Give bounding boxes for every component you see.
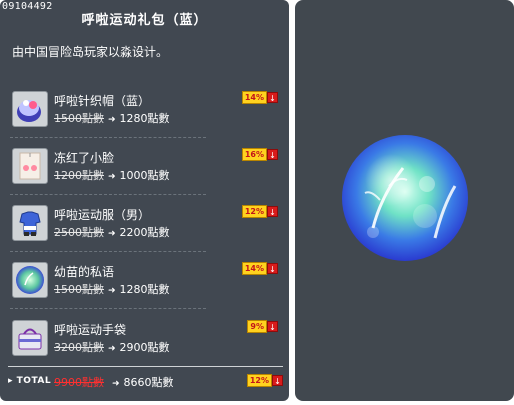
package-description: 由中国冒险岛玩家以淼设计。 bbox=[12, 45, 169, 59]
old-price: 1500點數 bbox=[54, 112, 104, 125]
discount-badge: 12% ↓ bbox=[241, 205, 278, 218]
arrow-right-icon: ➜ bbox=[108, 286, 116, 296]
arrow-right-icon: ➜ bbox=[108, 172, 116, 182]
item-price: 1500點數 ➜ 1280點數 bbox=[54, 110, 170, 126]
new-price: 1000點數 bbox=[119, 169, 170, 182]
item-name: 呼啦运动手袋 bbox=[54, 323, 127, 337]
package-item-row[interactable]: 冻红了小脸 1200點數 ➜ 1000點數 16% ↓ bbox=[10, 143, 280, 199]
red-cheek-face-icon bbox=[12, 148, 48, 184]
package-item-row[interactable]: 呼啦运动手袋 3200點數 ➜ 2900點數 9% ↓ bbox=[10, 315, 280, 371]
total-old-price: 9900點數 bbox=[54, 376, 104, 389]
discount-percent: 16% bbox=[241, 148, 267, 161]
item-name: 幼苗的私语 bbox=[54, 265, 115, 279]
down-arrow-icon: ↓ bbox=[267, 321, 278, 332]
arrow-right-icon: ➜ bbox=[108, 229, 116, 239]
item-price: 2500點數 ➜ 2200點數 bbox=[54, 224, 170, 240]
total-divider bbox=[8, 366, 283, 367]
discount-percent: 12% bbox=[241, 205, 267, 218]
new-price: 2900點數 bbox=[119, 341, 170, 354]
package-item-row[interactable]: 呼啦运动服（男） 2500點數 ➜ 2200點數 12% ↓ bbox=[10, 200, 280, 256]
package-item-row[interactable]: 呼啦针织帽（蓝） 1500點數 ➜ 1280點數 14% ↓ bbox=[10, 86, 280, 142]
down-arrow-icon: ↓ bbox=[267, 92, 278, 103]
discount-percent: 14% bbox=[241, 262, 267, 275]
item-name: 呼啦运动服（男） bbox=[54, 208, 151, 222]
down-arrow-icon: ↓ bbox=[267, 206, 278, 217]
discount-badge: 9% ↓ bbox=[247, 320, 278, 333]
item-name: 呼啦针织帽（蓝） bbox=[54, 94, 151, 108]
down-arrow-icon: ↓ bbox=[267, 149, 278, 160]
package-details-panel: 09104492 呼啦运动礼包（蓝） 由中国冒险岛玩家以淼设计。 呼啦针织帽（蓝… bbox=[0, 0, 289, 401]
row-divider bbox=[10, 251, 206, 252]
total-row: ▸ TOTAL 9900點數 ➜ 8660點數 12% ↓ bbox=[8, 374, 283, 390]
discount-badge: 14% ↓ bbox=[241, 262, 278, 275]
total-label: ▸ TOTAL bbox=[8, 376, 52, 386]
row-divider bbox=[10, 137, 206, 138]
down-arrow-icon: ↓ bbox=[267, 263, 278, 274]
old-price: 2500點數 bbox=[54, 226, 104, 239]
item-price: 3200點數 ➜ 2900點數 bbox=[54, 339, 170, 355]
arrow-right-icon: ➜ bbox=[108, 115, 116, 125]
item-name: 冻红了小脸 bbox=[54, 151, 115, 165]
discount-percent: 9% bbox=[247, 320, 267, 333]
discount-badge: 16% ↓ bbox=[241, 148, 278, 161]
total-discount-badge: 12% ↓ bbox=[246, 374, 283, 387]
package-title: 呼啦运动礼包（蓝） bbox=[81, 13, 208, 28]
item-price: 1500點數 ➜ 1280點數 bbox=[54, 281, 170, 297]
discount-percent: 14% bbox=[241, 91, 267, 104]
arrow-right-icon: ➜ bbox=[112, 379, 120, 389]
new-price: 1280點數 bbox=[119, 112, 170, 125]
arrow-right-icon: ➜ bbox=[108, 344, 116, 354]
sprout-whisper-icon bbox=[12, 262, 48, 298]
package-item-row[interactable]: 幼苗的私语 1500點數 ➜ 1280點數 14% ↓ bbox=[10, 257, 280, 313]
old-price: 3200點數 bbox=[54, 341, 104, 354]
total-new-price-value: 8660點數 bbox=[123, 376, 174, 389]
total-label-text: TOTAL bbox=[16, 376, 52, 386]
handbag-icon bbox=[12, 320, 48, 356]
new-price: 2200點數 bbox=[119, 226, 170, 239]
down-arrow-icon: ↓ bbox=[272, 375, 283, 386]
old-price: 1200點數 bbox=[54, 169, 104, 182]
item-price: 1200點數 ➜ 1000點數 bbox=[54, 167, 170, 183]
row-divider bbox=[10, 194, 206, 195]
preview-orb-icon bbox=[342, 135, 468, 261]
row-divider bbox=[10, 308, 206, 309]
new-price: 1280點數 bbox=[119, 283, 170, 296]
old-price: 1500點數 bbox=[54, 283, 104, 296]
discount-percent: 12% bbox=[246, 374, 272, 387]
discount-badge: 14% ↓ bbox=[241, 91, 278, 104]
item-preview-panel bbox=[295, 0, 514, 401]
sportswear-icon bbox=[12, 205, 48, 241]
total-new-price: ➜ 8660點數 bbox=[108, 374, 174, 390]
knit-hat-icon bbox=[12, 91, 48, 127]
